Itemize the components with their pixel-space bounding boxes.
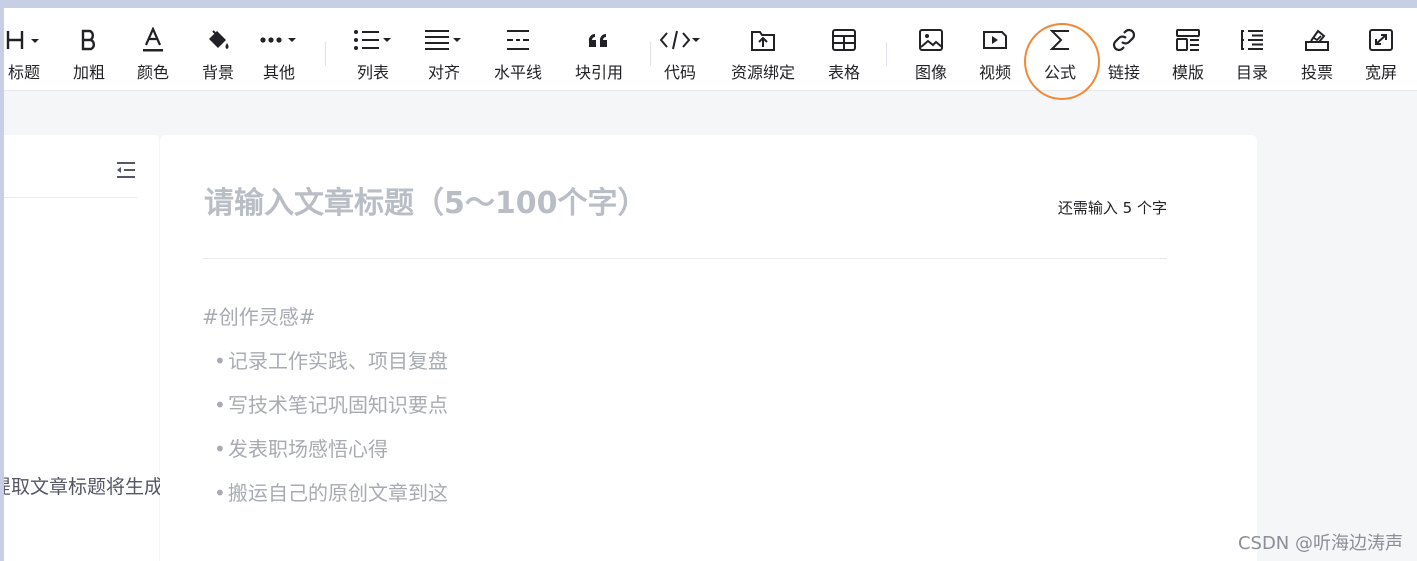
toolbar-formula-label: 公式 xyxy=(1043,63,1076,82)
toolbar-formula-button[interactable]: 公式 xyxy=(1036,16,1084,91)
list-item: • 搬运自己的原创文章到这 xyxy=(202,471,448,515)
toolbar-align-button[interactable]: 对齐 xyxy=(418,16,470,91)
toolbar-vote-button[interactable]: 投票 xyxy=(1293,16,1341,91)
toolbar-code-button[interactable]: 代码 xyxy=(657,16,703,91)
toolbar-align-label: 对齐 xyxy=(427,63,460,82)
video-icon xyxy=(971,26,1019,54)
toolbar-color-label: 颜色 xyxy=(136,63,169,82)
list-icon xyxy=(347,26,399,54)
title-char-counter: 还需输入 5 个字 xyxy=(1057,199,1167,217)
paint-bucket-icon xyxy=(195,26,241,54)
list-item-text: 写技术笔记巩固知识要点 xyxy=(228,393,448,417)
toolbar-more-label: 其他 xyxy=(262,63,295,82)
toc-icon xyxy=(1228,26,1276,54)
list-item: • 发表职场感悟心得 xyxy=(202,427,448,471)
toolbar-hr-button[interactable]: 水平线 xyxy=(490,16,546,91)
bullet-icon: • xyxy=(214,437,226,461)
bold-icon xyxy=(66,26,112,54)
toolbar-hr-label: 水平线 xyxy=(493,63,542,82)
article-title-input[interactable] xyxy=(204,179,1024,227)
widescreen-icon xyxy=(1357,26,1405,54)
toolbar-more-button[interactable]: 其他 xyxy=(254,16,304,91)
toolbar-image-button[interactable]: 图像 xyxy=(907,16,955,91)
template-icon xyxy=(1164,26,1212,54)
toolbar-code-label: 代码 xyxy=(663,63,696,82)
bullet-icon: • xyxy=(214,481,226,505)
resource-upload-icon xyxy=(724,26,802,54)
quote-icon xyxy=(570,26,628,54)
list-item-text: 发表职场感悟心得 xyxy=(228,437,388,461)
csdn-watermark: CSDN @听海边涛声 xyxy=(1237,533,1403,554)
title-divider xyxy=(203,258,1167,259)
toolbar-background-button[interactable]: 背景 xyxy=(195,16,241,91)
article-editor: 还需输入 5 个字 #创作灵感# •记录工作实践、项目复盘 •写技术笔记巩固知识… xyxy=(160,135,1257,561)
list-item: • 写技术笔记巩固知识要点 xyxy=(202,383,448,427)
toolbar-color-button[interactable]: 颜色 xyxy=(130,16,176,91)
toolbar-separator xyxy=(325,42,326,66)
sigma-icon xyxy=(1036,26,1084,54)
image-icon xyxy=(907,26,955,54)
toolbar-link-button[interactable]: 链接 xyxy=(1100,16,1148,91)
toolbar-table-button[interactable]: 表格 xyxy=(820,16,868,91)
bullet-icon: • xyxy=(214,349,226,373)
toolbar-vote-label: 投票 xyxy=(1300,63,1333,82)
toolbar-template-label: 模版 xyxy=(1171,63,1204,82)
heading-icon xyxy=(4,26,44,54)
toolbar-table-label: 表格 xyxy=(827,63,860,82)
toolbar-list-label: 列表 xyxy=(356,63,389,82)
more-icon xyxy=(254,26,304,54)
toolbar-widescreen-label: 宽屏 xyxy=(1364,63,1397,82)
toolbar-heading-button[interactable]: 标题 xyxy=(4,16,44,91)
toolbar-template-button[interactable]: 模版 xyxy=(1164,16,1212,91)
font-color-icon xyxy=(130,26,176,54)
collapse-outline-icon[interactable] xyxy=(116,161,136,179)
window-top-border xyxy=(0,0,1417,8)
link-icon xyxy=(1100,26,1148,54)
toolbar-image-label: 图像 xyxy=(914,63,947,82)
outline-sidebar: 提取文章标题将生成目录 xyxy=(0,135,201,561)
toolbar-bold-button[interactable]: 加粗 xyxy=(66,16,112,91)
table-icon xyxy=(820,26,868,54)
toolbar-separator xyxy=(886,42,887,66)
window-top-strip xyxy=(0,8,1417,16)
toolbar-quote-button[interactable]: 块引用 xyxy=(570,16,628,91)
toolbar-toc-button[interactable]: 目录 xyxy=(1228,16,1276,91)
toolbar-separator xyxy=(650,42,651,66)
window-left-border xyxy=(0,8,4,561)
list-item: • 记录工作实践、项目复盘 xyxy=(202,339,448,383)
inspiration-tag: #创作灵感# xyxy=(202,305,316,329)
toolbar-bold-label: 加粗 xyxy=(72,63,105,82)
vote-icon xyxy=(1293,26,1341,54)
sidebar-divider xyxy=(4,197,137,198)
toolbar-resource-button[interactable]: 资源绑定 xyxy=(724,16,802,91)
toolbar-toc-label: 目录 xyxy=(1235,63,1268,82)
toolbar-video-button[interactable]: 视频 xyxy=(971,16,1019,91)
toolbar-heading-label: 标题 xyxy=(7,63,40,82)
align-icon xyxy=(418,26,470,54)
toolbar-link-label: 链接 xyxy=(1107,63,1140,82)
code-icon xyxy=(657,26,703,54)
toolbar-quote-label: 块引用 xyxy=(574,63,623,82)
toolbar-video-label: 视频 xyxy=(978,63,1011,82)
toolbar-background-label: 背景 xyxy=(201,63,234,82)
article-body-placeholder[interactable]: #创作灵感# • 记录工作实践、项目复盘 • 写技术笔记巩固知识要点 • 发表职场感悟… xyxy=(202,295,448,515)
horizontal-rule-icon xyxy=(490,26,546,54)
bullet-icon: • xyxy=(214,393,226,417)
toolbar-widescreen-button[interactable]: 宽屏 xyxy=(1357,16,1405,91)
list-item-text: 记录工作实践、项目复盘 xyxy=(228,349,448,373)
toolbar-list-button[interactable]: 列表 xyxy=(347,16,399,91)
editor-toolbar: 标题 加粗 颜色 背景 其他 列表 对齐 水平线 块引用 代码 资源绑定 表格 … xyxy=(4,16,1417,91)
list-item-text: 搬运自己的原创文章到这 xyxy=(228,481,448,505)
toolbar-resource-label: 资源绑定 xyxy=(730,63,795,82)
